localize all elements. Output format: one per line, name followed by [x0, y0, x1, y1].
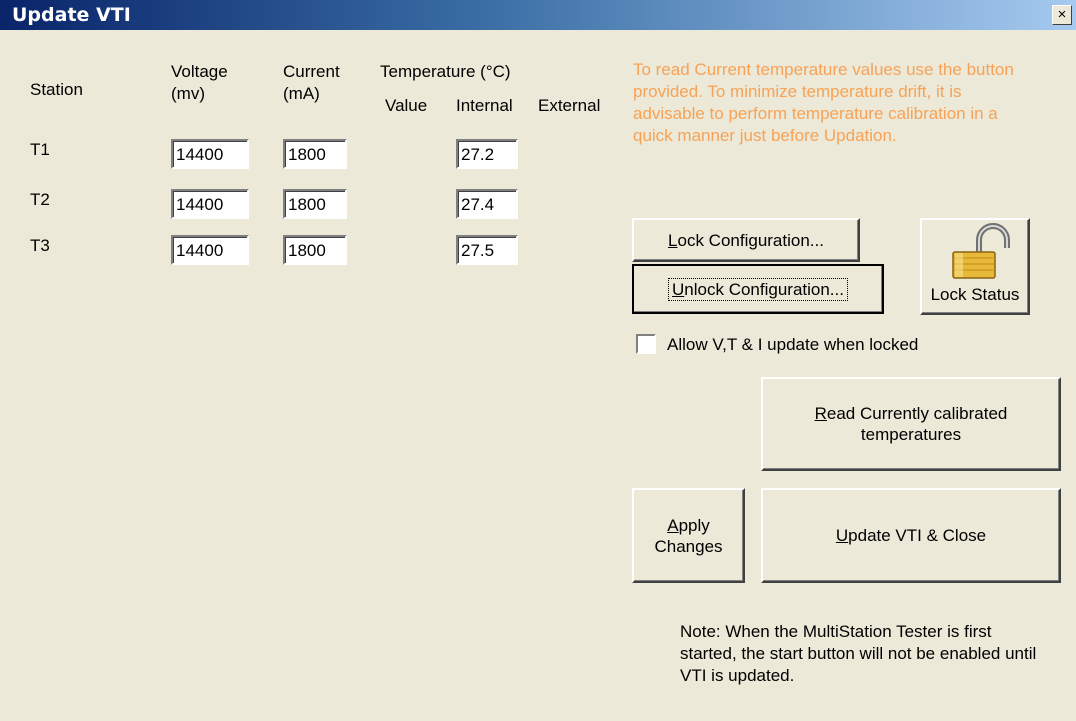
lock-configuration-label: Lock Configuration... — [668, 230, 824, 250]
station-label: T3 — [30, 236, 50, 255]
allow-update-checkbox[interactable] — [636, 334, 656, 354]
voltage-field[interactable]: 14400 — [171, 139, 249, 169]
header-current: Current — [283, 62, 340, 81]
station-label: T1 — [30, 140, 50, 159]
lock-status-label: Lock Status — [930, 285, 1020, 304]
startup-note: Note: When the MultiStation Tester is fi… — [680, 622, 1037, 685]
header-internal: Internal — [456, 96, 513, 115]
header-voltage: Voltage — [171, 62, 228, 81]
voltage-field[interactable]: 14400 — [171, 189, 249, 219]
header-external: External — [538, 96, 601, 115]
read-temperatures-button[interactable]: Read Currently calibrated temperatures — [761, 377, 1061, 471]
update-vti-close-label: Update VTI & Close — [835, 526, 987, 545]
header-value: Value — [385, 96, 428, 115]
apply-changes-label: Apply Changes — [654, 515, 723, 556]
allow-update-label[interactable]: Allow V,T & I update when locked — [667, 334, 918, 355]
header-station: Station — [30, 80, 83, 99]
unlock-configuration-button[interactable]: Unlock Configuration... — [632, 264, 884, 314]
internal-temp-field[interactable]: 27.2 — [456, 139, 518, 169]
internal-temp-field[interactable]: 27.4 — [456, 189, 518, 219]
header-current-unit: (mA) — [283, 84, 320, 103]
current-field[interactable]: 1800 — [283, 189, 347, 219]
update-vti-close-button[interactable]: Update VTI & Close — [761, 488, 1061, 583]
station-label: T2 — [30, 190, 50, 209]
title-bar[interactable]: Update VTI × — [0, 0, 1076, 30]
lock-status-button[interactable]: Lock Status — [920, 218, 1030, 315]
window-title: Update VTI — [12, 4, 131, 26]
update-vti-dialog: Update VTI × Station Voltage (mv) Curren… — [0, 0, 1076, 721]
unlock-configuration-label: Unlock Configuration... — [668, 277, 848, 301]
current-field[interactable]: 1800 — [283, 139, 347, 169]
info-note: To read Current temperature values use t… — [633, 60, 1014, 145]
current-field[interactable]: 1800 — [283, 235, 347, 265]
lock-configuration-button[interactable]: Lock Configuration... — [632, 218, 860, 262]
apply-changes-button[interactable]: Apply Changes — [632, 488, 745, 583]
close-button[interactable]: × — [1052, 5, 1072, 25]
read-temperatures-label: Read Currently calibrated temperatures — [814, 404, 1008, 444]
internal-temp-field[interactable]: 27.5 — [456, 235, 518, 265]
voltage-field[interactable]: 14400 — [171, 235, 249, 265]
header-voltage-unit: (mv) — [171, 84, 205, 103]
padlock-unlocked-icon — [952, 223, 1010, 279]
header-temperature: Temperature (°C) — [380, 62, 511, 81]
